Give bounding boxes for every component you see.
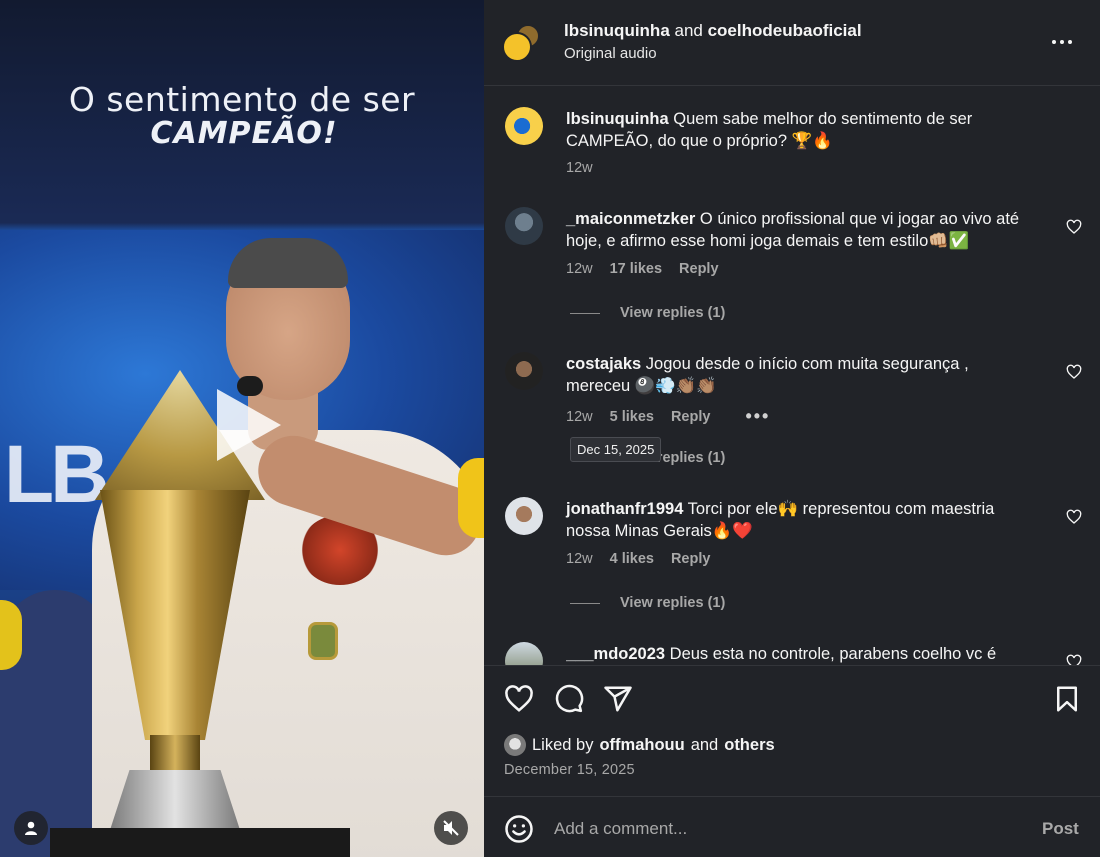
reply-button[interactable]: Reply [679, 261, 719, 277]
avatar[interactable] [504, 734, 526, 756]
header-user2[interactable]: coelhodeubaoficial [708, 21, 862, 40]
wristwatch [308, 622, 338, 660]
post-header: lbsinuquinha and coelhodeubaoficial Orig… [484, 0, 1100, 86]
liked-by-and: and [690, 735, 719, 754]
header-and: and [669, 21, 708, 40]
header-title: lbsinuquinha and coelhodeubaoficial [564, 21, 862, 41]
likes-count[interactable]: 4 likes [610, 551, 654, 567]
timestamp[interactable]: 12w [566, 551, 593, 567]
comment-icon[interactable] [554, 684, 584, 714]
emoji-icon[interactable] [504, 814, 534, 844]
heart-icon[interactable] [504, 684, 534, 714]
muted-speaker-icon[interactable] [434, 811, 468, 845]
header-user1[interactable]: lbsinuquinha [564, 21, 670, 40]
comment-text: ___mdo2023 Deus esta no controle, parabe… [566, 643, 1036, 665]
video-headline-line2: CAMPEÃO! [150, 116, 338, 151]
view-replies-button[interactable]: View replies (1) [570, 305, 725, 321]
caption-username[interactable]: lbsinuquinha [566, 110, 669, 128]
avatar[interactable] [505, 642, 543, 665]
liked-by-others[interactable]: others [724, 736, 774, 755]
share-icon[interactable] [603, 684, 633, 714]
reply-button[interactable]: Reply [671, 551, 711, 567]
comment-input[interactable] [554, 816, 1004, 842]
post-panel: lbsinuquinha and coelhodeubaoficial Orig… [484, 0, 1100, 857]
user-tag-icon[interactable] [14, 811, 48, 845]
date-tooltip: Dec 15, 2025 [570, 437, 662, 462]
reply-button[interactable]: Reply [671, 409, 711, 425]
timestamp[interactable]: 12w [566, 160, 593, 176]
heart-icon[interactable] [1066, 654, 1082, 665]
timestamp[interactable]: 12w [566, 409, 593, 425]
view-replies-button[interactable]: View replies (1) [570, 595, 725, 611]
heart-icon[interactable] [1066, 364, 1082, 380]
timestamp[interactable]: 12w [566, 261, 593, 277]
caption-text: lbsinuquinha Quem sabe melhor do sentime… [566, 108, 1036, 152]
side-sleeve [458, 458, 484, 538]
play-icon[interactable] [205, 385, 285, 465]
view-replies-label: View replies (1) [620, 595, 726, 611]
avatar[interactable] [505, 497, 543, 535]
avatar[interactable] [505, 107, 543, 145]
heart-icon[interactable] [1066, 509, 1082, 525]
liked-by-prefix: Liked by [532, 735, 594, 754]
bookmark-icon[interactable] [1052, 684, 1082, 714]
comment-username[interactable]: costajaks [566, 355, 641, 373]
video-headline-line1: O sentimento de ser [68, 80, 416, 119]
comment-options-icon[interactable]: ••• [745, 406, 770, 427]
likes-count[interactable]: 17 likes [610, 261, 662, 277]
comment-text: _maiconmetzker O único profissional que … [566, 208, 1036, 252]
post-button[interactable]: Post [1042, 819, 1079, 839]
trophy-base [110, 770, 240, 830]
comment-meta: 12w 5 likes Reply ••• [566, 406, 770, 427]
comment-username[interactable]: ___mdo2023 [566, 645, 665, 663]
more-options-icon[interactable] [1052, 32, 1076, 52]
liked-by: Liked by offmahouu and others [504, 734, 775, 756]
comment-meta: 12w 17 likes Reply [566, 261, 719, 277]
speaker-hair [228, 238, 348, 288]
audio-label[interactable]: Original audio [564, 45, 657, 62]
trophy-stem [150, 735, 200, 775]
liked-by-user[interactable]: offmahouu [599, 736, 684, 755]
heart-icon[interactable] [1066, 219, 1082, 235]
background-sleeve [0, 600, 22, 670]
comment-meta: 12w 4 likes Reply [566, 551, 710, 567]
avatar[interactable] [505, 352, 543, 390]
collab-avatars[interactable] [502, 24, 540, 62]
comment-body: Deus esta no controle, parabens coelho v… [665, 645, 997, 663]
trophy-pedestal [50, 828, 350, 857]
avatar[interactable] [505, 207, 543, 245]
backdrop-logo: LB [4, 429, 109, 520]
post-actions: Liked by offmahouu and others December 1… [484, 665, 1100, 795]
comment-text: costajaks Jogou desde o início com muita… [566, 353, 1036, 397]
comment-username[interactable]: _maiconmetzker [566, 210, 695, 228]
comment-text: jonathanfr1994 Torci por ele🙌 represento… [566, 498, 1036, 542]
likes-count[interactable]: 5 likes [610, 409, 654, 425]
caption-meta: 12w [566, 160, 593, 176]
comment-username[interactable]: jonathanfr1994 [566, 500, 683, 518]
add-comment-bar: Post [484, 796, 1100, 857]
reel-video[interactable]: LB O sentimento de ser CAMPEÃO! [0, 0, 484, 857]
view-replies-label: View replies (1) [620, 305, 726, 321]
comments-list[interactable]: lbsinuquinha Quem sabe melhor do sentime… [484, 87, 1100, 665]
post-date[interactable]: December 15, 2025 [504, 762, 635, 778]
